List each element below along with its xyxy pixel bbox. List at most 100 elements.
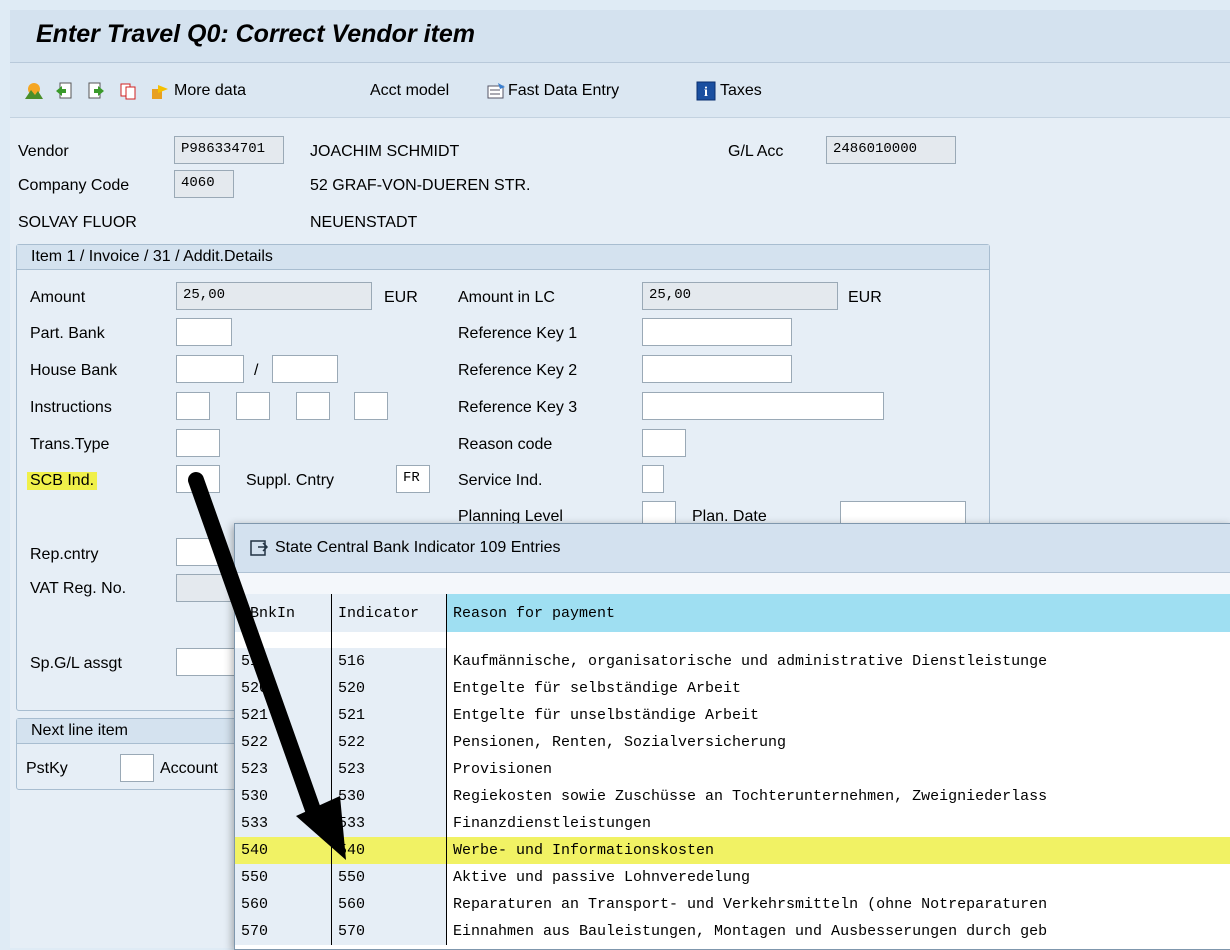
instruction4-field[interactable] xyxy=(354,392,388,420)
indicator-cell[interactable]: 550 xyxy=(332,864,447,891)
table-row[interactable]: 516516Kaufmännische, organisatorische un… xyxy=(235,648,1230,675)
next-line-item-title: Next line item xyxy=(17,719,247,744)
instruction1-field[interactable] xyxy=(176,392,210,420)
cbnkin-cell[interactable]: 540 xyxy=(235,837,332,864)
more-data-button[interactable]: More data xyxy=(150,79,246,103)
document-forward-icon xyxy=(86,81,106,101)
reason-cell[interactable]: Werbe- und Informationskosten xyxy=(447,837,1230,864)
vendor-field[interactable]: P986334701 xyxy=(174,136,284,164)
mountain-icon xyxy=(24,81,44,101)
rep-cntry-field[interactable] xyxy=(176,538,220,566)
indicator-cell[interactable]: 523 xyxy=(332,756,447,783)
cbnkin-cell[interactable]: 530 xyxy=(235,783,332,810)
column-header-reason[interactable]: Reason for payment xyxy=(447,594,1230,632)
reason-cell[interactable]: Kaufmännische, organisatorische und admi… xyxy=(447,648,1230,675)
copy-button[interactable] xyxy=(118,79,138,103)
pstky-field[interactable] xyxy=(120,754,154,782)
sp-gl-assgt-field[interactable] xyxy=(176,648,236,676)
amount-lc-label: Amount in LC xyxy=(458,289,555,307)
vat-reg-label: VAT Reg. No. xyxy=(30,580,126,598)
sp-gl-assgt-label: Sp.G/L assgt xyxy=(30,655,122,673)
amount-field[interactable]: 25,00 xyxy=(176,282,372,310)
cbnkin-cell[interactable]: 521 xyxy=(235,702,332,729)
ref-key2-field[interactable] xyxy=(642,355,792,383)
application-toolbar: More data Acct model Fast Data Entry i T… xyxy=(10,63,1230,118)
cbnkin-cell[interactable]: 533 xyxy=(235,810,332,837)
house-bank-account-field[interactable] xyxy=(272,355,338,383)
indicator-cell[interactable]: 540 xyxy=(332,837,447,864)
column-header-cbnkin[interactable]: CBnkIn xyxy=(235,594,332,632)
table-row[interactable]: 520520Entgelte für selbständige Arbeit xyxy=(235,675,1230,702)
indicator-cell[interactable]: 522 xyxy=(332,729,447,756)
reason-cell[interactable]: Regiekosten sowie Zuschüsse an Tochterun… xyxy=(447,783,1230,810)
ref-key3-field[interactable] xyxy=(642,392,884,420)
cbnkin-cell[interactable]: 520 xyxy=(235,675,332,702)
scb-ind-label: SCB Ind. xyxy=(27,472,97,490)
amount-lc-field[interactable]: 25,00 xyxy=(642,282,838,310)
part-bank-field[interactable] xyxy=(176,318,232,346)
table-row[interactable]: 533533Finanzdienstleistungen xyxy=(235,810,1230,837)
reason-code-field[interactable] xyxy=(642,429,686,457)
popup-header[interactable]: State Central Bank Indicator 109 Entries xyxy=(235,524,1230,573)
house-bank-field[interactable] xyxy=(176,355,244,383)
indicator-cell[interactable]: 570 xyxy=(332,918,447,945)
overview-button[interactable] xyxy=(24,79,44,103)
company-code-field[interactable]: 4060 xyxy=(174,170,234,198)
amount-currency: EUR xyxy=(384,289,418,307)
reason-cell[interactable]: Finanzdienstleistungen xyxy=(447,810,1230,837)
cbnkin-cell[interactable]: 570 xyxy=(235,918,332,945)
indicator-cell[interactable]: 521 xyxy=(332,702,447,729)
next-button[interactable] xyxy=(86,79,106,103)
part-bank-label: Part. Bank xyxy=(30,325,105,343)
amount-label: Amount xyxy=(30,289,85,307)
cbnkin-cell[interactable]: 523 xyxy=(235,756,332,783)
reason-cell[interactable]: Provisionen xyxy=(447,756,1230,783)
arrow-right-icon xyxy=(150,81,170,101)
indicator-cell[interactable]: 520 xyxy=(332,675,447,702)
indicator-cell[interactable]: 533 xyxy=(332,810,447,837)
reason-cell[interactable]: Pensionen, Renten, Sozialversicherung xyxy=(447,729,1230,756)
cbnkin-cell[interactable]: 516 xyxy=(235,648,332,675)
reason-cell[interactable]: Entgelte für selbständige Arbeit xyxy=(447,675,1230,702)
house-bank-label: House Bank xyxy=(30,362,117,380)
table-row[interactable]: 523523Provisionen xyxy=(235,756,1230,783)
gl-acc-field[interactable]: 2486010000 xyxy=(826,136,956,164)
table-row[interactable]: 540540Werbe- und Informationskosten xyxy=(235,837,1230,864)
table-row[interactable]: 560560Reparaturen an Transport- und Verk… xyxy=(235,891,1230,918)
service-ind-label: Service Ind. xyxy=(458,472,542,490)
amount-lc-currency: EUR xyxy=(848,289,882,307)
reason-cell[interactable]: Aktive und passive Lohnveredelung xyxy=(447,864,1230,891)
indicator-cell[interactable]: 560 xyxy=(332,891,447,918)
table-row[interactable]: 570570Einnahmen aus Bauleistungen, Monta… xyxy=(235,918,1230,945)
cbnkin-cell[interactable]: 550 xyxy=(235,864,332,891)
table-spacer-row xyxy=(235,632,1230,648)
reason-cell[interactable]: Einnahmen aus Bauleistungen, Montagen un… xyxy=(447,918,1230,945)
fast-entry-icon xyxy=(486,81,506,101)
service-ind-field[interactable] xyxy=(642,465,664,493)
table-row[interactable]: 521521Entgelte für unselbständige Arbeit xyxy=(235,702,1230,729)
acct-model-button[interactable]: Acct model xyxy=(370,79,449,103)
acct-model-label: Acct model xyxy=(370,82,449,100)
table-row[interactable]: 550550Aktive und passive Lohnveredelung xyxy=(235,864,1230,891)
instruction3-field[interactable] xyxy=(296,392,330,420)
table-row[interactable]: 530530Regiekosten sowie Zuschüsse an Toc… xyxy=(235,783,1230,810)
table-row[interactable]: 522522Pensionen, Renten, Sozialversicher… xyxy=(235,729,1230,756)
reason-cell[interactable]: Reparaturen an Transport- und Verkehrsmi… xyxy=(447,891,1230,918)
column-header-indicator[interactable]: Indicator xyxy=(332,594,447,632)
window-icon xyxy=(249,538,269,558)
cbnkin-cell[interactable]: 560 xyxy=(235,891,332,918)
reason-cell[interactable]: Entgelte für unselbständige Arbeit xyxy=(447,702,1230,729)
trans-type-field[interactable] xyxy=(176,429,220,457)
fast-data-entry-button[interactable]: Fast Data Entry xyxy=(486,79,619,103)
taxes-button[interactable]: i Taxes xyxy=(696,79,762,103)
instruction2-field[interactable] xyxy=(236,392,270,420)
suppl-cntry-field[interactable]: FR xyxy=(396,465,430,493)
previous-button[interactable] xyxy=(54,79,74,103)
ref-key1-field[interactable] xyxy=(642,318,792,346)
indicator-cell[interactable]: 516 xyxy=(332,648,447,675)
indicator-cell[interactable]: 530 xyxy=(332,783,447,810)
scb-ind-field[interactable] xyxy=(176,465,220,493)
rep-cntry-label: Rep.cntry xyxy=(30,546,98,564)
vat-reg-field[interactable] xyxy=(176,574,236,602)
cbnkin-cell[interactable]: 522 xyxy=(235,729,332,756)
